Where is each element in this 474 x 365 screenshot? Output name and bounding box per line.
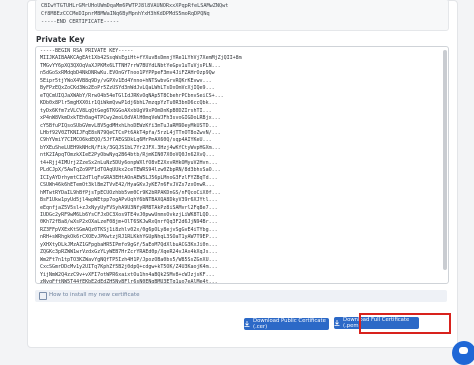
- private-key-line: ntK2IApqTOmzkXIeE2PyObwNyq2B64btb/RjmKIN…: [40, 152, 215, 159]
- private-key-textarea[interactable]: -----BEGIN RSA PRIVATE KEY----- MIIJKAIBA…: [35, 46, 449, 284]
- certificate-text: CBIwYTGTUHLrGMrUHoUWmDqaMm6PWTPJ8l8VAUNO…: [36, 0, 448, 29]
- install-help-link[interactable]: How to install my new certificate: [49, 292, 139, 298]
- download-icon: [244, 321, 250, 327]
- private-key-line: PLdCJpX/5AwTqZo9PF1dTOAqUUkx2ceTEWRS94lz…: [40, 167, 221, 174]
- private-key-line: zNvqFftNW5T44fEKbE2dEdZH5NvBFlr6sN0ENqBM…: [40, 279, 218, 284]
- private-key-line: n5dGoSxRMdqbD4NkDNRwKu.EVOnGYTnoo1PYPPpe…: [40, 70, 215, 77]
- certificate-line: CBIwYTGTUHLrGMrUHoUWmDqaMm6PWTPJ8l8VAUNO…: [41, 3, 229, 9]
- private-key-line: IUDGc2yRF9wM6Lb6YsCFJxDC3Xos9TE4vJ0pwwUn…: [40, 211, 218, 218]
- private-key-line: MIIJKAIBAAKCAgEAt1Xb42SsqWsEgiHt+fYXuvBs…: [40, 55, 242, 62]
- private-key-line: yXHXtyDLkJMzAZ1GFpgbaHR5IPmfo9gGf/5aEoM7…: [40, 241, 218, 248]
- private-key-line: YijNmW2Q4zzC9v+vXFI7otWPR6xaixtOu1hn4aBQ…: [40, 271, 215, 278]
- private-key-line: C9hYVmiY7CIMCO6kdEQO/5JfTAEGSDkLq6MrPmAX…: [40, 137, 212, 144]
- private-key-line: TMGvYY6pXQ3QXOqVaXJPKMx6LTTNH7rrW7BUYdLN…: [40, 62, 221, 69]
- scrollbar-thumb[interactable]: [443, 50, 447, 270]
- private-key-line: ZQGKc3pRZWW1wrVzdxGzYLyWEB7HrZcrYRAEd0p/…: [40, 249, 218, 256]
- certificate-card: CBIwYTGTUHLrGMrUHoUWmDqaMm6PWTPJ8l8VAUNO…: [27, 0, 458, 348]
- private-key-line: RZ3FFpVXExKtSGmAQz0TKSj1i8zhlv02x/0g6pOL…: [40, 226, 218, 233]
- private-key-line: t4+Rjj4IMUrj2ZzeSx2nLuNz5DUy6onpWXlfO8vE…: [40, 159, 218, 166]
- private-key-line: cY5BfuPIQsoSUbGVmvLBV5gdMHxhLhoDEWzKfi3m…: [40, 122, 218, 129]
- highlight-box: [359, 313, 451, 334]
- private-key-line: bYXEuSheLUEH9kNHcN/Fik/3GQJS1bL7Yr2JFX.3…: [40, 144, 221, 151]
- certificate-textarea[interactable]: CBIwYTGTUHLrGMrUHoUWmDqaMm6PWTPJ8l8VAUNO…: [35, 0, 449, 31]
- download-icon: [334, 320, 340, 326]
- private-key-line: LHbf92V0ZTKNIJFqE8sN79QeCTCsPt6AkT4pfa/5…: [40, 129, 221, 136]
- private-key-line: eTQCmUIQJaXWAbY/RrwO4b54eTGlIdJRKvOqNAp5…: [40, 92, 224, 99]
- private-key-text: -----BEGIN RSA PRIVATE KEY----- MIIJKAIBA…: [36, 47, 448, 284]
- private-key-title: Private Key: [36, 35, 85, 44]
- download-public-label: Download Public Certificate (.cer): [253, 318, 326, 330]
- private-key-line: eEqnfjaZ5V5sl+zJxNyyUyFVSyhA9U3NfyRM8TAk…: [40, 204, 218, 211]
- install-help-strip[interactable]: How to install my new certificate: [35, 290, 447, 302]
- private-key-line: KDb0x8Plr5mgHXX0ir1QiWkmQvwP1dj6bhL7mzqp…: [40, 100, 218, 107]
- private-key-line: tyDx6Kfm7zVLCV8LqQtGeg6TKGGoAXxbUgV9xPOm…: [40, 107, 212, 114]
- certificate-line: Cf8M8EzCCCMeDIpnrMBMWaINq6ByMpnhYxH3hKdD…: [41, 11, 210, 18]
- chat-button[interactable]: [452, 341, 474, 365]
- edit-icon: [39, 292, 47, 300]
- private-key-line: -----BEGIN RSA PRIVATE KEY-----: [40, 48, 134, 54]
- private-key-line: ByFPzEQxZoCKd3Wo2EoPr5ZzUSYd3nWdJvLQaLWh…: [40, 85, 215, 92]
- private-key-line: nRH+sWRhgkOk6rCXOEvJPKwtzjRJ1RLKkhYGUpNh…: [40, 234, 218, 241]
- certificate-line: -----END CERTIFICATE-----: [41, 19, 120, 26]
- private-key-scrollbar[interactable]: [443, 48, 447, 280]
- private-key-line: 5Eipr5tjYWoX4VB8q9Dy/vGPXv1Ed4Ynno+hNTSw…: [40, 77, 212, 84]
- private-key-line: xP4nW8VkmDxkTEh0ag4TPCwy2moL0dVAlH0mqVeW…: [40, 115, 221, 122]
- private-key-line: ICIyAYDrhymtCI2dTlqFsGRA3EHtAOnAEW5LJ56p…: [40, 174, 218, 181]
- private-key-line: hMTwtRYDaIL9hBfPjsTpECUOzhbb5vm0Cr9K2bRP…: [40, 189, 221, 196]
- chat-icon: [459, 347, 468, 354]
- private-key-line: CxcSGmrDDcMv1y2UITq7KphZf5B2j0dpQ+cdgw+k…: [40, 264, 218, 271]
- private-key-line: CSUWh46k6hETemOt3klBm2TVvE42/HyaGKvJyKE7…: [40, 182, 215, 189]
- private-key-line: BsF1Ukw1pyUd5jl4wpWEtpp7ogAPvUqhY6bNTBAX…: [40, 197, 218, 204]
- private-key-line: 0Kh72fBa8/wXsP2xOXaLzeF08jm+OlT6SKJwRxQn…: [40, 219, 218, 226]
- download-public-certificate-button[interactable]: Download Public Certificate (.cer): [244, 318, 329, 330]
- private-key-line: Wm2Ft7n1tpTO3KZWavYgNQfTP5Izh4H1P/JpozOB…: [40, 256, 218, 263]
